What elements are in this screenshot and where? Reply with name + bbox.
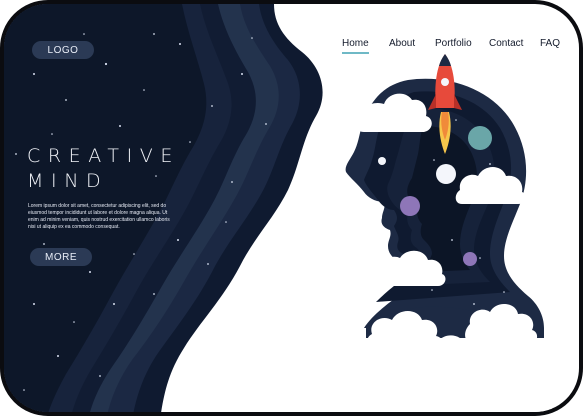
- nav-item-contact[interactable]: Contact: [489, 38, 523, 49]
- nav-item-about[interactable]: About: [389, 38, 415, 49]
- planet-icon-teal: [468, 126, 492, 150]
- hero-title-line-1: CREATIVE: [27, 145, 181, 167]
- nav-item-faq[interactable]: FAQ: [540, 38, 560, 49]
- page-frame: LOGO Home About Portfolio Contact FAQ CR…: [0, 0, 583, 416]
- planet-icon-small-white: [378, 157, 386, 165]
- hero-title-line-2: MIND: [27, 170, 109, 192]
- planet-icon-purple: [400, 196, 420, 216]
- more-button[interactable]: MORE: [30, 248, 92, 266]
- planet-icon-small-purple: [463, 252, 477, 266]
- nav-item-portfolio[interactable]: Portfolio: [435, 38, 472, 49]
- more-button-label: MORE: [45, 251, 77, 263]
- hero-body-text: Lorem ipsum dolor sit amet, consectetur …: [28, 203, 170, 230]
- nav-item-home[interactable]: Home: [342, 38, 369, 54]
- planet-icon-white: [436, 164, 456, 184]
- main-nav: Home About Portfolio Contact FAQ: [4, 38, 579, 54]
